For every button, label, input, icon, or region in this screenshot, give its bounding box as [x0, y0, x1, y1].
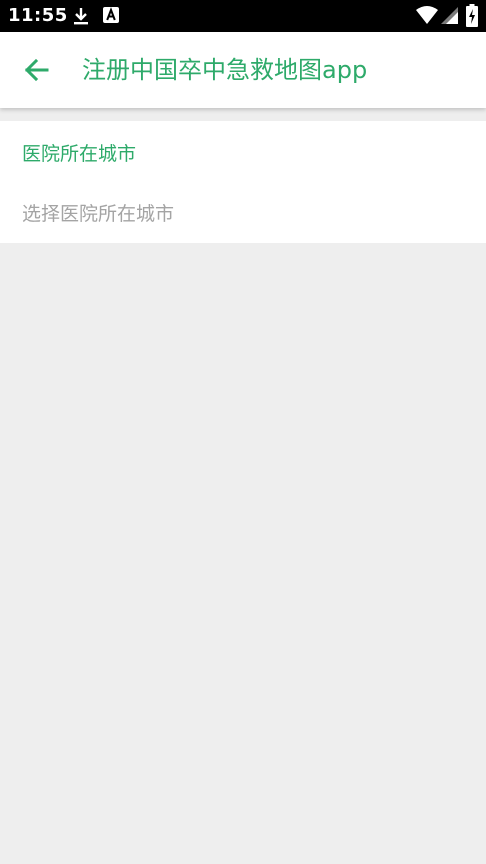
- battery-charging-icon: [466, 4, 478, 27]
- a-notification-icon: [103, 7, 119, 23]
- status-time: 11:55: [8, 5, 68, 26]
- hospital-city-select[interactable]: 选择医院所在城市: [0, 191, 486, 239]
- signal-icon: [441, 7, 458, 24]
- wifi-icon: [416, 6, 438, 24]
- status-bar: 11:55: [0, 0, 486, 32]
- arrow-back-icon: [24, 58, 49, 82]
- app-bar: 注册中国卒中急救地图app: [0, 32, 486, 108]
- back-button[interactable]: [16, 50, 56, 90]
- hospital-city-placeholder: 选择医院所在城市: [22, 203, 175, 225]
- page-title: 注册中国卒中急救地图app: [82, 56, 368, 84]
- download-icon: [74, 8, 88, 25]
- hospital-city-label: 医院所在城市: [22, 143, 137, 165]
- city-form-card: 医院所在城市 选择医院所在城市: [0, 121, 486, 243]
